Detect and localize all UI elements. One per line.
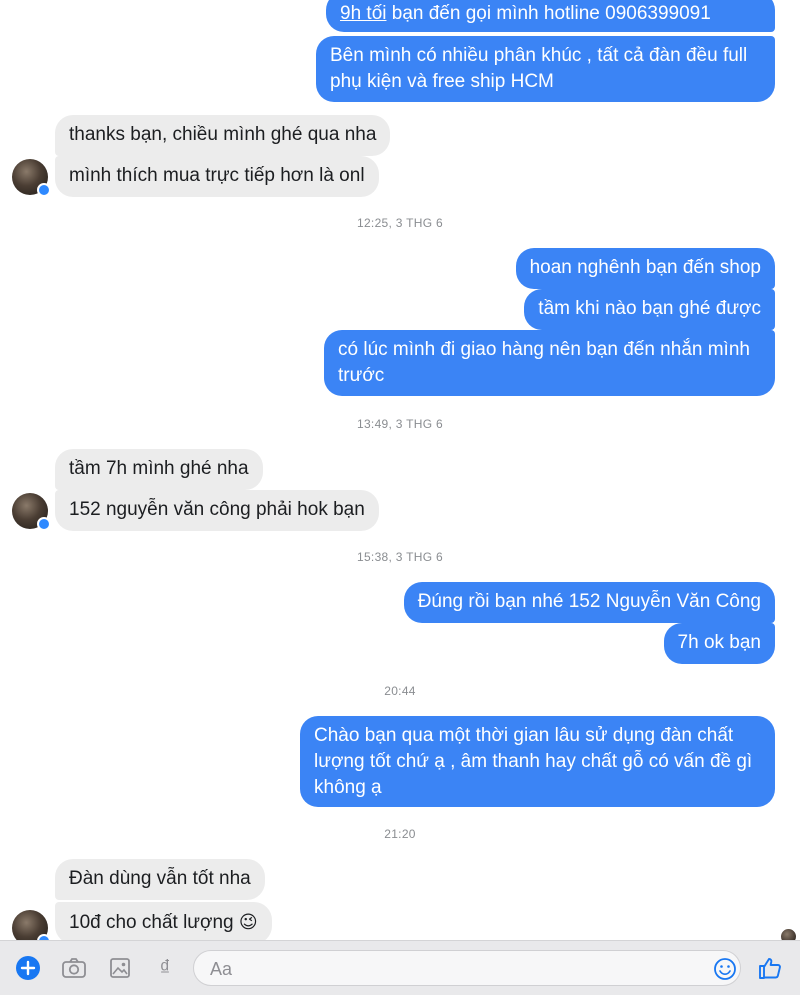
dong-currency-icon[interactable]: ₫ — [152, 955, 178, 981]
message-text: tầm 7h mình ghé nha — [69, 458, 249, 479]
read-receipt-avatar — [781, 929, 796, 940]
message-text: thanks bạn, chiều mình ghé qua nha — [69, 124, 377, 145]
messenger-badge-icon — [37, 183, 51, 197]
message-text: bạn đến gọi mình hotline 0906399091 — [391, 3, 711, 24]
message-text: mình thích mua trực tiếp hơn là onl — [69, 165, 365, 186]
message-text: Chào bạn qua một thời gian lâu sử dụng đ… — [314, 725, 753, 798]
message-incoming[interactable]: Đàn dùng vẫn tốt nha — [55, 859, 265, 900]
conversation-view[interactable]: 9h tối bạn đến gọi mình hotline 09063990… — [0, 0, 800, 940]
message-outgoing[interactable]: 9h tối bạn đến gọi mình hotline 09063990… — [326, 0, 775, 32]
message-outgoing[interactable]: Đúng rồi bạn nhé 152 Nguyễn Văn Công — [403, 582, 775, 623]
emoji-icon[interactable] — [712, 956, 738, 982]
message-text: 10đ cho chất lượng — [69, 912, 234, 933]
message-text: 152 nguyễn văn công phải hok bạn — [69, 499, 365, 520]
contact-avatar[interactable] — [12, 493, 51, 531]
message-incoming[interactable]: tầm 7h mình ghé nha — [55, 449, 263, 490]
message-input[interactable] — [208, 957, 692, 981]
timestamp: 13:49, 3 THG 6 — [356, 417, 444, 431]
timestamp: 12:25, 3 THG 6 — [356, 216, 444, 230]
message-text: Đúng rồi bạn nhé 152 Nguyễn Văn Công — [417, 591, 761, 612]
image-icon[interactable] — [107, 955, 133, 981]
message-outgoing[interactable]: Chào bạn qua một thời gian lâu sử dụng đ… — [300, 716, 775, 807]
contact-avatar[interactable] — [12, 910, 51, 940]
message-text: 7h ok bạn — [677, 632, 761, 653]
camera-icon[interactable] — [61, 955, 87, 981]
message-composer: ₫ — [0, 940, 800, 995]
message-outgoing[interactable]: tầm khi nào bạn ghé được — [524, 289, 775, 330]
message-text: hoan nghênh bạn đến shop — [529, 257, 761, 278]
timestamp: 21:20 — [384, 827, 416, 841]
message-incoming[interactable]: mình thích mua trực tiếp hơn là onl — [55, 156, 379, 197]
dong-symbol: ₫ — [159, 955, 171, 980]
message-input-box[interactable] — [193, 950, 741, 986]
message-outgoing[interactable]: Bên mình có nhiều phân khúc , tất cả đàn… — [316, 36, 775, 102]
message-outgoing[interactable]: 7h ok bạn — [663, 623, 775, 664]
wink-emoji: 😉 — [238, 912, 258, 932]
message-incoming[interactable]: 10đ cho chất lượng 😉 — [55, 902, 272, 940]
thumbs-up-icon[interactable] — [757, 955, 783, 981]
message-text: tầm khi nào bạn ghé được — [538, 298, 761, 319]
message-text: Đàn dùng vẫn tốt nha — [69, 868, 251, 889]
message-incoming[interactable]: 152 nguyễn văn công phải hok bạn — [55, 490, 379, 531]
contact-avatar[interactable] — [12, 159, 51, 197]
message-link-text[interactable]: 9h tối — [340, 3, 386, 24]
message-outgoing[interactable]: có lúc mình đi giao hàng nên bạn đến nhắ… — [324, 330, 775, 396]
plus-icon[interactable] — [15, 955, 41, 981]
message-outgoing[interactable]: hoan nghênh bạn đến shop — [515, 248, 775, 289]
message-text: Bên mình có nhiều phân khúc , tất cả đàn… — [330, 45, 748, 92]
message-text: có lúc mình đi giao hàng nên bạn đến nhắ… — [338, 339, 750, 386]
timestamp: 15:38, 3 THG 6 — [356, 550, 444, 564]
messenger-badge-icon — [37, 517, 51, 531]
timestamp: 20:44 — [384, 684, 416, 698]
message-incoming[interactable]: thanks bạn, chiều mình ghé qua nha — [55, 115, 391, 156]
